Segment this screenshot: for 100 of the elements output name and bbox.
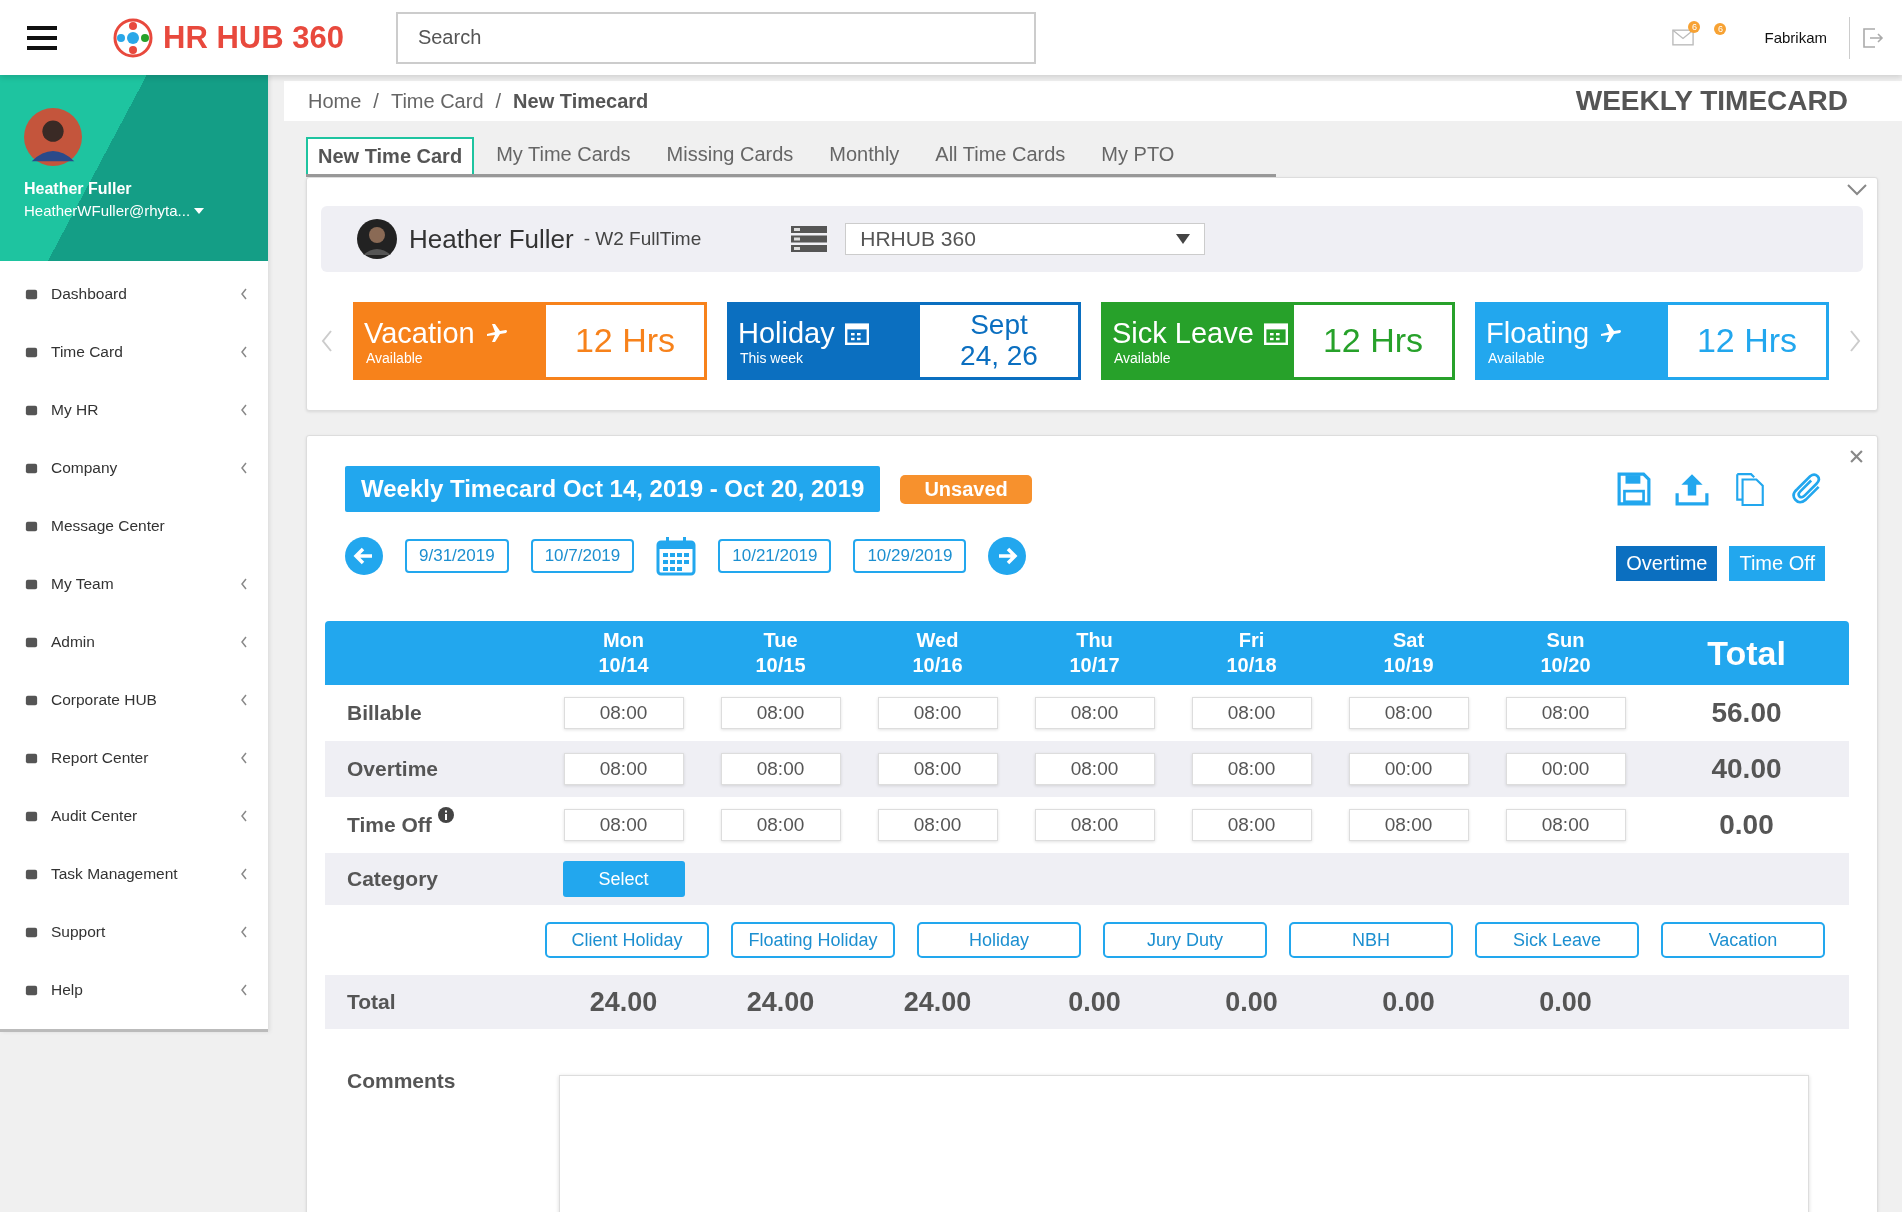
chevron-icon: [240, 578, 248, 590]
sidebar-item[interactable]: Support: [0, 903, 268, 961]
day-heading: Fri 10/18: [1225, 628, 1278, 678]
upload-icon[interactable]: [1675, 472, 1709, 506]
time-input[interactable]: 08:00: [720, 753, 841, 785]
day-heading: Tue 10/15: [754, 628, 807, 678]
balance-caption: Available: [366, 349, 424, 366]
search-field[interactable]: Search: [395, 11, 1036, 64]
balance-value: 12 Hrs: [1696, 322, 1798, 360]
time-input[interactable]: 08:00: [877, 753, 998, 785]
company-name[interactable]: Fabrikam: [1764, 29, 1827, 46]
balance-caption: Available: [1114, 349, 1172, 366]
sidebar-item[interactable]: My HR: [0, 381, 268, 439]
breadcrumb-link[interactable]: Home: [308, 89, 362, 113]
time-input[interactable]: 08:00: [563, 753, 684, 785]
sidebar-item[interactable]: Message Center: [0, 497, 268, 555]
category-chip[interactable]: NBH: [1289, 922, 1453, 958]
week-button[interactable]: 10/29/2019: [853, 539, 967, 573]
copy-icon[interactable]: [1733, 472, 1767, 506]
category-chip[interactable]: Vacation: [1661, 922, 1825, 958]
balance-value: 12 Hrs: [574, 322, 676, 360]
chevron-icon: [240, 984, 248, 996]
info-icon[interactable]: [437, 807, 454, 823]
sidebar-item[interactable]: Corporate HUB: [0, 671, 268, 729]
time-input[interactable]: 08:00: [1348, 809, 1469, 841]
time-input[interactable]: 08:00: [1505, 697, 1626, 729]
breadcrumb-separator: /: [495, 89, 502, 113]
sidebar-item[interactable]: Dashboard: [0, 265, 268, 323]
category-chip[interactable]: Sick Leave: [1475, 922, 1639, 958]
time-input[interactable]: 08:00: [720, 697, 841, 729]
time-input[interactable]: 08:00: [1505, 809, 1626, 841]
previous-icon[interactable]: [321, 329, 333, 353]
balance-label: Holiday: [738, 316, 835, 350]
close-icon[interactable]: [1850, 450, 1863, 463]
notification-badge: 6: [1688, 21, 1701, 33]
sidebar-item[interactable]: Task Management: [0, 845, 268, 903]
chevron-icon: [240, 694, 248, 706]
week-button[interactable]: 9/31/2019: [405, 539, 509, 573]
sidebar-item[interactable]: Report Center: [0, 729, 268, 787]
time-input[interactable]: 08:00: [1191, 809, 1312, 841]
sidebar-item[interactable]: Company: [0, 439, 268, 497]
category-chip[interactable]: Floating Holiday: [731, 922, 895, 958]
time-input[interactable]: 08:00: [1034, 697, 1155, 729]
category-chip[interactable]: Client Holiday: [545, 922, 709, 958]
next-icon[interactable]: [1849, 329, 1861, 353]
row-total: 56.00: [1710, 697, 1783, 729]
row-total: 40.00: [1710, 753, 1783, 785]
week-button[interactable]: 10/7/2019: [530, 539, 635, 573]
row-label: Overtime: [347, 757, 439, 781]
time-input[interactable]: 08:00: [1034, 753, 1155, 785]
plane-icon: [484, 321, 509, 345]
chevron-icon: [240, 752, 248, 764]
collapse-icon[interactable]: [1847, 184, 1867, 196]
dropdown-icon: [1176, 234, 1191, 244]
mode-button[interactable]: Overtime: [1616, 546, 1718, 581]
time-input[interactable]: 08:00: [877, 697, 998, 729]
tab[interactable]: Monthly: [815, 135, 914, 174]
caret-icon[interactable]: [194, 207, 205, 214]
day-total: 0.00: [1381, 986, 1436, 1018]
status-badge: Unsaved: [900, 474, 1032, 504]
sidebar-item[interactable]: My Team: [0, 555, 268, 613]
time-input[interactable]: 00:00: [1505, 753, 1626, 785]
chevron-icon: [240, 868, 248, 880]
employee-name: Heather Fuller: [409, 223, 574, 255]
category-chip[interactable]: Holiday: [917, 922, 1081, 958]
time-input[interactable]: 08:00: [1348, 697, 1469, 729]
week-button[interactable]: 10/21/2019: [718, 539, 832, 573]
time-input[interactable]: 08:00: [1034, 809, 1155, 841]
row-label: Time Off: [347, 813, 432, 837]
balance-caption: Available: [1488, 349, 1546, 366]
time-input[interactable]: 08:00: [563, 697, 684, 729]
time-input[interactable]: 08:00: [1191, 697, 1312, 729]
sidebar-item[interactable]: Audit Center: [0, 787, 268, 845]
sidebar-item[interactable]: Time Card: [0, 323, 268, 381]
time-input[interactable]: 08:00: [1191, 753, 1312, 785]
time-input[interactable]: 00:00: [1348, 753, 1469, 785]
save-icon[interactable]: [1617, 472, 1651, 506]
avatar[interactable]: [24, 108, 82, 166]
menu-icon[interactable]: [27, 25, 57, 50]
time-input[interactable]: 08:00: [720, 809, 841, 841]
row-label: Billable: [347, 701, 422, 725]
tab[interactable]: My PTO: [1087, 135, 1189, 174]
time-input[interactable]: 08:00: [563, 809, 684, 841]
logout-icon[interactable]: [1862, 26, 1884, 49]
sidebar-item[interactable]: Help: [0, 961, 268, 1019]
time-input[interactable]: 08:00: [877, 809, 998, 841]
tab[interactable]: Missing Cards: [652, 135, 808, 174]
sidebar-item[interactable]: Admin: [0, 613, 268, 671]
tab[interactable]: My Time Cards: [482, 135, 645, 174]
day-heading: Wed 10/16: [911, 628, 964, 678]
breadcrumb-link[interactable]: Time Card: [390, 89, 484, 113]
chevron-icon: [240, 462, 248, 474]
day-total: 0.00: [1224, 986, 1279, 1018]
day-total: 0.00: [1067, 986, 1122, 1018]
tab[interactable]: New Time Card: [306, 137, 475, 174]
timecard-title: Weekly Timecard Oct 14, 2019 - Oct 20, 2019: [345, 466, 881, 512]
tab[interactable]: All Time Cards: [921, 135, 1080, 174]
category-chip[interactable]: Jury Duty: [1103, 922, 1267, 958]
company-select[interactable]: HRHUB 360: [845, 223, 1206, 255]
app-name: HR HUB 360: [163, 19, 344, 56]
